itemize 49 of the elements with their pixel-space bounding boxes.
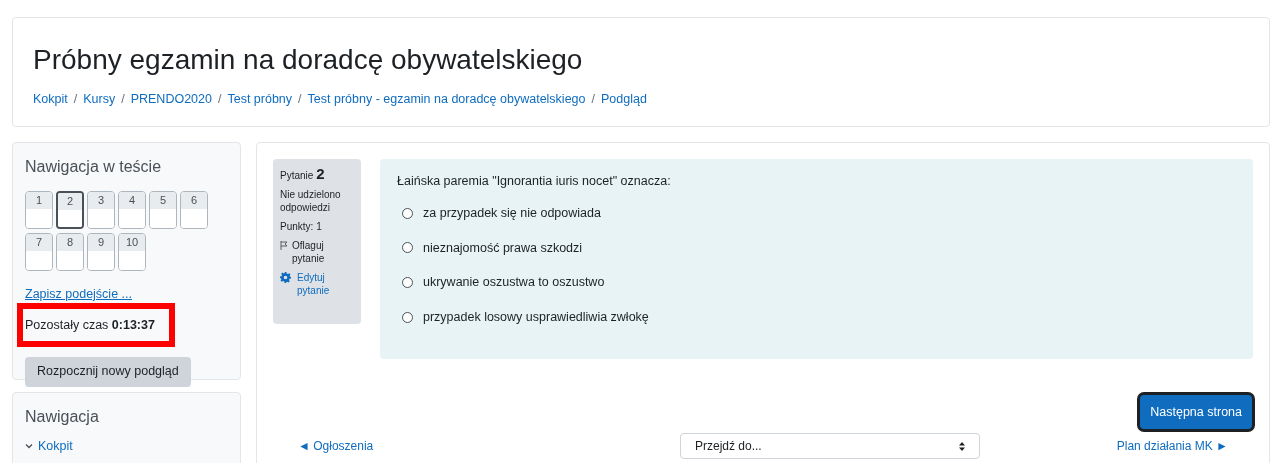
question-nav-button[interactable]: 5 — [149, 191, 177, 229]
flag-icon — [280, 241, 288, 250]
answer-option[interactable]: przypadek losowy usprawiedliwia zwłokę — [423, 308, 649, 327]
radio-button[interactable] — [402, 311, 413, 323]
next-activity-link[interactable]: Plan działania MK ► — [1116, 437, 1228, 455]
breadcrumb-separator: / — [217, 91, 222, 108]
question-text: Łaińska paremia "Ignorantia iuris nocet" oznacza: — [397, 173, 671, 190]
question-number: Pytanie 2 — [280, 167, 325, 182]
answer-option[interactable]: ukrywanie oszustwa to oszustwo — [423, 273, 605, 292]
question-nav-button[interactable]: 7 — [25, 233, 53, 271]
next-page-button[interactable]: Następna strona — [1140, 395, 1252, 429]
previous-activity-link[interactable]: ◄ Ogłoszenia — [298, 437, 374, 455]
flag-question-link[interactable]: Oflaguj pytanie — [292, 239, 354, 265]
radio-button[interactable] — [402, 207, 413, 219]
breadcrumb-separator: / — [591, 91, 595, 108]
answer-option[interactable]: za przypadek się nie odpowiada — [423, 203, 601, 223]
breadcrumb-link[interactable]: Test próbny — [227, 90, 293, 109]
breadcrumb-link[interactable]: Test próbny - egzamin na doradcę obywatelskiego — [307, 90, 586, 109]
question-nav-button[interactable]: 3 — [87, 191, 115, 229]
question-nav-button[interactable]: 6 — [180, 191, 208, 229]
breadcrumb-link[interactable]: Kokpit — [33, 90, 68, 109]
breadcrumb-link[interactable]: PRENDO2020 — [130, 90, 212, 109]
jump-to-select[interactable]: Przejdź do... — [680, 433, 980, 459]
question-nav-button[interactable]: 1 — [25, 191, 53, 229]
panel-title: Nawigacja w teście — [25, 157, 163, 177]
question-nav-button[interactable]: 9 — [87, 233, 115, 271]
breadcrumb-separator: / — [121, 91, 125, 108]
radio-button[interactable] — [402, 242, 413, 254]
breadcrumb-link[interactable]: Podgląd — [601, 90, 647, 109]
question-points: Punkty: 1 — [280, 220, 322, 233]
gear-icon — [280, 272, 291, 283]
breadcrumb-separator: / — [298, 91, 302, 108]
question-nav-button[interactable]: 8 — [56, 233, 84, 271]
question-status: Nie udzielono odpowiedzi — [280, 188, 342, 214]
navigation-link[interactable]: Kokpit — [38, 437, 73, 456]
page-title: Próbny egzamin na doradcę obywatelskiego — [33, 43, 583, 77]
question-nav-button[interactable]: 2 — [56, 191, 84, 229]
select-arrows-icon — [959, 441, 965, 451]
question-nav-button[interactable]: 4 — [118, 191, 146, 229]
breadcrumb-separator: / — [73, 91, 78, 108]
panel-title: Nawigacja — [25, 407, 100, 427]
question-nav-button[interactable]: 10 — [118, 233, 146, 271]
answer-option[interactable]: nieznajomość prawa szkodzi — [423, 238, 583, 258]
time-remaining: Pozostały czas 0:13:37 — [25, 316, 155, 334]
breadcrumb-link[interactable]: Kursy — [83, 90, 116, 109]
edit-question-link[interactable]: Edytuj pytanie — [297, 271, 354, 297]
save-attempt-link[interactable]: Zapisz podejście ... — [25, 285, 132, 304]
radio-button[interactable] — [402, 277, 413, 289]
restart-preview-button[interactable]: Rozpocznij nowy podgląd — [25, 356, 191, 387]
